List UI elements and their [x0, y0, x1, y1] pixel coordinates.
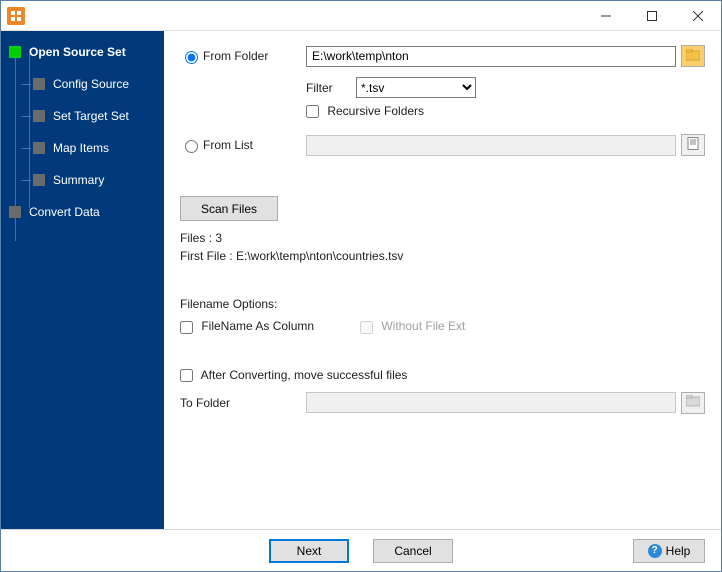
to-folder-input — [306, 392, 676, 413]
browse-folder-button[interactable] — [681, 45, 705, 67]
from-folder-input[interactable] — [306, 46, 676, 67]
after-convert-move-label[interactable]: After Converting, move successful files — [180, 368, 407, 382]
wizard-footer: Next Cancel ? Help — [1, 529, 721, 571]
from-list-input — [306, 135, 676, 156]
app-icon — [7, 7, 25, 25]
nav-label: Convert Data — [29, 205, 100, 219]
from-folder-label-text: From Folder — [203, 49, 268, 63]
without-file-ext-label: Without File Ext — [360, 319, 465, 333]
nav-label: Map Items — [53, 141, 109, 155]
nav-open-source-set[interactable]: Open Source Set — [9, 41, 160, 63]
main-panel: From Folder Filter *.tsv Recursive Folde… — [164, 31, 721, 529]
filename-as-column-label[interactable]: FileName As Column — [180, 319, 360, 333]
folder-icon — [686, 49, 700, 64]
from-list-radio-label[interactable]: From List — [180, 137, 306, 153]
close-button[interactable] — [675, 1, 721, 30]
help-button[interactable]: ? Help — [633, 539, 705, 563]
nav-label: Set Target Set — [53, 109, 129, 123]
titlebar — [1, 1, 721, 31]
nav-config-source[interactable]: Config Source — [33, 73, 160, 95]
filename-options-title: Filename Options: — [180, 297, 705, 311]
nav-map-items[interactable]: Map Items — [33, 137, 160, 159]
nav-label: Config Source — [53, 77, 129, 91]
cancel-button[interactable]: Cancel — [373, 539, 453, 563]
to-folder-label: To Folder — [180, 396, 306, 410]
maximize-button[interactable] — [629, 1, 675, 30]
without-file-ext-checkbox — [360, 321, 373, 334]
browse-list-button[interactable] — [681, 134, 705, 156]
filter-label: Filter — [306, 81, 356, 95]
nav-label: Summary — [53, 173, 104, 187]
window-controls — [583, 1, 721, 30]
after-convert-move-checkbox[interactable] — [180, 369, 193, 382]
recursive-folders-checkbox[interactable] — [306, 105, 319, 118]
filename-as-column-checkbox[interactable] — [180, 321, 193, 334]
from-folder-radio-label[interactable]: From Folder — [180, 48, 306, 64]
minimize-button[interactable] — [583, 1, 629, 30]
files-count-label: Files : 3 — [180, 231, 705, 245]
file-icon — [687, 137, 699, 153]
wizard-sidebar: Open Source Set Config Source Set Target… — [1, 31, 164, 529]
scan-files-button[interactable]: Scan Files — [180, 196, 278, 221]
recursive-folders-label[interactable]: Recursive Folders — [306, 104, 424, 118]
filter-combo[interactable]: *.tsv — [356, 77, 476, 98]
next-button[interactable]: Next — [269, 539, 349, 563]
from-list-radio[interactable] — [185, 140, 198, 153]
nav-convert-data[interactable]: Convert Data — [9, 201, 160, 223]
nav-summary[interactable]: Summary — [33, 169, 160, 191]
nav-label: Open Source Set — [29, 45, 126, 59]
from-list-label-text: From List — [203, 138, 253, 152]
first-file-label: First File : E:\work\temp\nton\countries… — [180, 249, 705, 263]
nav-set-target-set[interactable]: Set Target Set — [33, 105, 160, 127]
help-icon: ? — [648, 544, 662, 558]
browse-to-folder-button[interactable] — [681, 392, 705, 414]
from-folder-radio[interactable] — [185, 51, 198, 64]
folder-icon — [686, 395, 700, 410]
